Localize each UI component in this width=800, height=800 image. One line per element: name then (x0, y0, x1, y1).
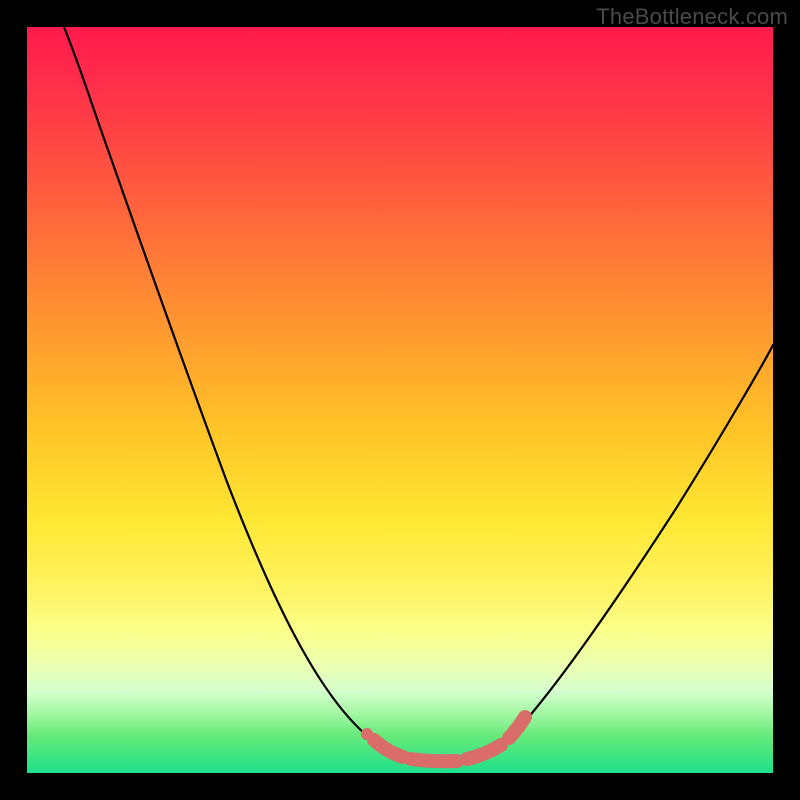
chart-frame: TheBottleneck.com (0, 0, 800, 800)
watermark-text: TheBottleneck.com (596, 4, 788, 30)
trough-highlight-dot (361, 728, 373, 740)
bottleneck-curve (64, 27, 773, 760)
trough-highlight (374, 717, 525, 761)
curve-overlay (27, 27, 773, 773)
